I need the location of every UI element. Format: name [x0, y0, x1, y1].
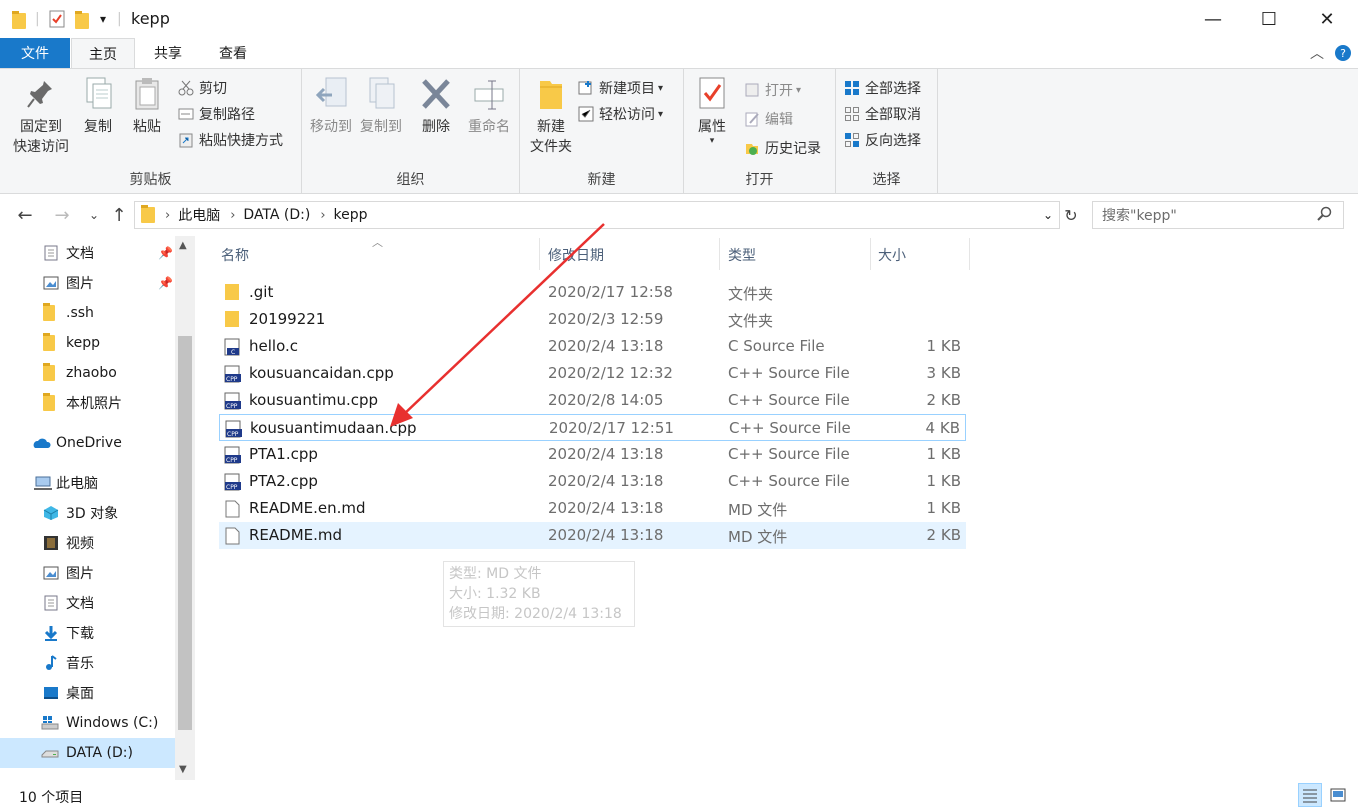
item-count: 10 个项目: [19, 790, 84, 806]
details-view-icon: [1303, 789, 1317, 803]
annotation-arrow-icon: [390, 223, 605, 427]
details-view-button[interactable]: [1298, 783, 1322, 807]
large-icons-view-icon: [1330, 788, 1346, 802]
status-bar: 10 个项目: [0, 781, 1358, 811]
large-icons-view-button[interactable]: [1326, 783, 1350, 807]
